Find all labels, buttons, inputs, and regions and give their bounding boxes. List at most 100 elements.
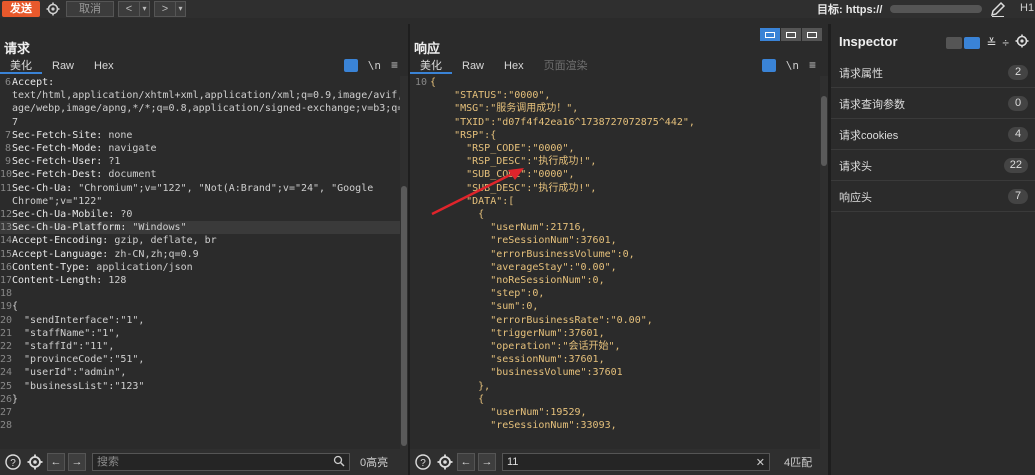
line-number xyxy=(414,340,428,353)
response-scrollbar[interactable] xyxy=(820,76,828,449)
request-line: 22 "staffId":"11", xyxy=(0,340,408,353)
response-search-input[interactable] xyxy=(507,456,756,468)
cancel-button[interactable]: 取消 xyxy=(66,1,114,17)
header-value: ?1 xyxy=(102,156,121,168)
json-text: { xyxy=(430,77,437,88)
edit-target-pencil-icon[interactable] xyxy=(989,0,1007,18)
editor-menu-icon[interactable]: ≡ xyxy=(391,58,398,72)
inspector-row[interactable]: 请求属性 2 xyxy=(831,58,1035,88)
line-number: 19 xyxy=(0,301,13,313)
response-match-count: 4匹配 xyxy=(784,457,813,469)
layout-stacked-icon[interactable] xyxy=(781,28,801,41)
header-value: none xyxy=(102,129,133,141)
search-settings-gear-icon[interactable] xyxy=(26,453,44,471)
request-tab-pretty[interactable]: 美化 xyxy=(0,58,42,74)
help-icon[interactable]: ? xyxy=(4,453,22,471)
show-newlines-icon[interactable]: \n xyxy=(368,59,381,72)
request-scroll-thumb[interactable] xyxy=(401,186,407,446)
settings-gear-icon[interactable] xyxy=(44,1,62,17)
request-search-input[interactable] xyxy=(97,456,333,468)
header-value: gzip, deflate, br xyxy=(108,235,217,247)
line-number xyxy=(414,327,428,340)
inspector-layout-2-icon[interactable] xyxy=(964,36,981,49)
request-line: 23 "provinceCode":"51", xyxy=(0,353,408,366)
json-text: "RSP_CODE":"0000", xyxy=(430,143,575,155)
line-number xyxy=(414,102,428,115)
target-label: 目标: https:// xyxy=(817,4,883,16)
inspector-row[interactable]: 请求查询参数 0 xyxy=(831,89,1035,119)
line-number: 16 xyxy=(0,261,13,273)
header-value: application/json xyxy=(90,261,193,273)
inspector-row[interactable]: 请求头 22 xyxy=(831,151,1035,181)
line-number: 11 xyxy=(0,182,13,194)
line-number xyxy=(414,300,428,313)
request-line: 20 "sendInterface":"1", xyxy=(0,314,408,327)
request-line: 26} xyxy=(0,393,408,406)
line-number xyxy=(414,287,428,300)
history-forward-button[interactable]: > xyxy=(154,1,176,17)
request-tab-raw[interactable]: Raw xyxy=(42,58,84,74)
line-number: 14 xyxy=(0,235,13,247)
search-next-button[interactable]: → xyxy=(68,453,86,471)
line-number xyxy=(414,261,428,274)
search-settings-gear-icon[interactable] xyxy=(436,453,454,471)
show-newlines-icon[interactable]: \n xyxy=(786,59,799,72)
expand-all-icon[interactable]: ≚ xyxy=(986,36,996,50)
header-value: "provinceCode":"51", xyxy=(12,354,145,366)
request-line: 11 Sec-Ch-Ua: "Chromium";v="122", "Not(A:… xyxy=(0,182,408,195)
layout-side-by-side-icon[interactable] xyxy=(760,28,780,41)
inspector-row[interactable]: 请求cookies 4 xyxy=(831,120,1035,150)
inspector-count-badge: 0 xyxy=(1008,96,1028,111)
clear-search-icon[interactable]: ✕ xyxy=(756,456,765,469)
response-line: "userNum":21716, xyxy=(414,221,828,234)
help-icon[interactable]: ? xyxy=(414,453,432,471)
target-host-redacted xyxy=(890,5,982,13)
request-editor[interactable]: 6 Accept: text/html,application/xhtml+xml,… xyxy=(0,76,408,449)
line-number xyxy=(0,89,12,102)
search-next-button[interactable]: → xyxy=(478,453,496,471)
line-number xyxy=(414,168,428,181)
line-number: 25 xyxy=(0,380,13,392)
response-scroll-thumb[interactable] xyxy=(821,96,827,166)
collapse-all-icon[interactable]: ÷ xyxy=(1002,36,1009,50)
request-line: 12 Sec-Ch-Ua-Mobile: ?0 xyxy=(0,208,408,221)
line-number xyxy=(0,195,12,208)
line-number xyxy=(414,366,428,379)
line-number: 10 xyxy=(414,77,427,88)
line-number xyxy=(414,406,428,419)
response-line: "errorBusinessRate":"0.00", xyxy=(414,314,828,327)
history-forward-dropdown[interactable]: ▾ xyxy=(176,1,186,17)
response-tab-hex[interactable]: Hex xyxy=(494,58,534,74)
line-number: 6 xyxy=(4,77,11,88)
send-button[interactable]: 发送 xyxy=(2,1,40,17)
response-editor[interactable]: 10{ "STATUS":"0000", "MSG":"服务调用成功！", "T… xyxy=(414,76,828,449)
request-scrollbar[interactable] xyxy=(400,76,408,449)
request-line: 16 Content-Type: application/json xyxy=(0,261,408,274)
response-tab-raw[interactable]: Raw xyxy=(452,58,494,74)
search-prev-button[interactable]: ← xyxy=(457,453,475,471)
inspector-settings-gear-icon[interactable] xyxy=(1015,34,1029,51)
response-line: "step":0, xyxy=(414,287,828,300)
request-line: 28 xyxy=(0,419,408,432)
wrap-lines-icon[interactable] xyxy=(761,58,776,72)
header-name: Content-Type: xyxy=(12,261,91,273)
inspector-row[interactable]: 响应头 7 xyxy=(831,182,1035,212)
wrap-lines-icon[interactable] xyxy=(343,58,358,72)
search-prev-button[interactable]: ← xyxy=(47,453,65,471)
header-value: 7 xyxy=(12,116,19,128)
line-number: 13 xyxy=(0,222,13,234)
inspector-tools: ≚ ÷ xyxy=(946,34,1029,51)
request-tab-hex[interactable]: Hex xyxy=(84,58,124,74)
history-back-button[interactable]: < xyxy=(118,1,140,17)
response-tab-render: 页面渲染 xyxy=(543,60,588,72)
request-line: 10 Sec-Fetch-Dest: document xyxy=(0,168,408,181)
inspector-layout-1-icon[interactable] xyxy=(946,36,963,49)
layout-tabs-icon[interactable] xyxy=(802,28,822,41)
line-number xyxy=(0,116,12,129)
editor-menu-icon[interactable]: ≡ xyxy=(809,58,816,72)
json-text: }, xyxy=(430,380,491,392)
response-line: "RSP_CODE":"0000", xyxy=(414,142,828,155)
history-back-dropdown[interactable]: ▾ xyxy=(140,1,150,17)
response-tab-pretty[interactable]: 美化 xyxy=(410,58,452,74)
line-number xyxy=(414,195,428,208)
